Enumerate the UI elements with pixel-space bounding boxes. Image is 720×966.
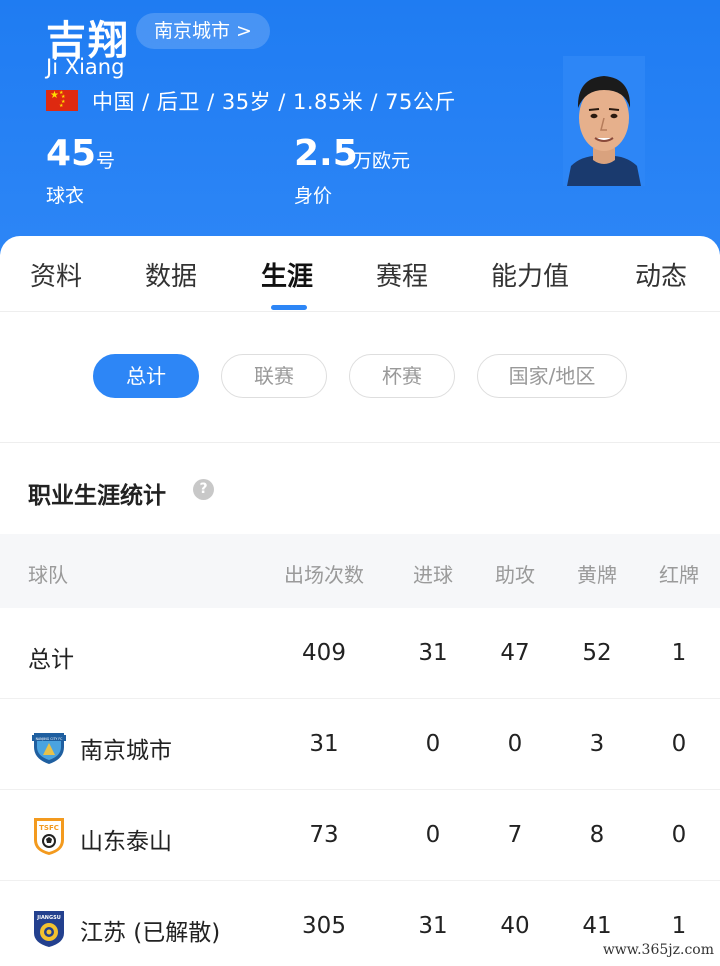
header-red: 红牌	[659, 563, 699, 587]
tab-schedule[interactable]: 赛程	[376, 256, 428, 293]
nanjing-city-logo: NANJING CITY FC	[30, 725, 68, 765]
player-info: 中国 / 后卫 / 35岁 / 1.85米 / 75公斤	[92, 90, 456, 114]
market-value-label: 身价	[294, 185, 333, 207]
cell-goals: 31	[418, 640, 448, 666]
china-flag-icon: ★ ★ ★ ★ ★	[46, 90, 78, 111]
player-avatar	[563, 56, 645, 186]
tab-bar: 资料 数据 生涯 赛程 能力值 动态	[0, 236, 720, 312]
tab-career[interactable]: 生涯	[261, 256, 313, 293]
active-tab-indicator	[271, 305, 307, 310]
help-icon[interactable]: ?	[193, 479, 214, 500]
table-row[interactable]: TSFC 山东泰山 73 0 7 8 0	[0, 790, 720, 881]
team-name: 南京城市	[80, 738, 172, 764]
cell-apps: 31	[309, 731, 339, 757]
section-divider	[0, 442, 720, 443]
table-row: 总计 409 31 47 52 1	[0, 608, 720, 699]
cell-assists: 7	[507, 822, 523, 848]
tab-news[interactable]: 动态	[635, 256, 687, 293]
filter-national[interactable]: 国家/地区	[477, 354, 627, 398]
header-apps: 出场次数	[284, 563, 364, 587]
tab-ability[interactable]: 能力值	[491, 256, 569, 293]
cell-assists: 47	[500, 640, 530, 666]
cell-goals: 31	[418, 913, 448, 939]
cell-red: 1	[671, 640, 687, 666]
content-panel: 资料 数据 生涯 赛程 能力值 动态 总计 联赛 杯赛 国家/地区 职业生涯统计…	[0, 236, 720, 966]
header-goals: 进球	[413, 563, 453, 587]
player-header: 吉翔 南京城市 > Ji Xiang ★ ★ ★ ★ ★ 中国 / 后卫 / 3…	[0, 0, 720, 260]
tab-data[interactable]: 数据	[145, 256, 197, 293]
shandong-logo-text: TSFC	[39, 824, 59, 832]
cell-red: 0	[671, 731, 687, 757]
shandong-taishan-logo: TSFC	[30, 816, 68, 856]
section-title: 职业生涯统计	[28, 483, 166, 509]
cell-red: 0	[671, 822, 687, 848]
shirt-number-label: 球衣	[46, 185, 85, 207]
cell-assists: 40	[500, 913, 530, 939]
header-assists: 助攻	[495, 563, 535, 587]
player-latin-name: Ji Xiang	[46, 55, 125, 79]
table-row[interactable]: NANJING CITY FC 南京城市 31 0 0 3 0	[0, 699, 720, 790]
market-value-unit: 万欧元	[353, 150, 411, 172]
filter-chips: 总计 联赛 杯赛 国家/地区	[0, 312, 720, 442]
header-team: 球队	[28, 563, 68, 587]
nanjing-logo-text: NANJING CITY FC	[36, 737, 64, 741]
cell-apps: 409	[302, 640, 346, 666]
filter-league[interactable]: 联赛	[221, 354, 327, 398]
jiangsu-logo-text: JIANGSU	[36, 915, 61, 921]
header-yellow: 黄牌	[577, 563, 617, 587]
team-name: 总计	[28, 647, 74, 673]
cell-yellow: 41	[582, 913, 612, 939]
cell-yellow: 52	[582, 640, 612, 666]
cell-red: 1	[671, 913, 687, 939]
shirt-number: 45	[46, 133, 97, 174]
cell-yellow: 8	[589, 822, 605, 848]
filter-cup[interactable]: 杯赛	[349, 354, 455, 398]
cell-apps: 73	[309, 822, 339, 848]
market-value: 2.5	[294, 133, 358, 174]
cell-yellow: 3	[589, 731, 605, 757]
shirt-number-unit: 号	[96, 150, 116, 172]
filter-total[interactable]: 总计	[93, 354, 199, 398]
cell-assists: 0	[507, 731, 523, 757]
team-name: 山东泰山	[80, 829, 172, 855]
club-link-button[interactable]: 南京城市 >	[136, 13, 270, 49]
cell-apps: 305	[302, 913, 346, 939]
watermark: www.365jz.com	[602, 942, 714, 958]
jiangsu-logo: JIANGSU	[30, 907, 68, 947]
cell-goals: 0	[425, 731, 441, 757]
team-name: 江苏 (已解散)	[80, 920, 221, 946]
cell-goals: 0	[425, 822, 441, 848]
table-header: 球队 出场次数 进球 助攻 黄牌 红牌	[0, 534, 720, 608]
tab-profile[interactable]: 资料	[30, 256, 82, 293]
